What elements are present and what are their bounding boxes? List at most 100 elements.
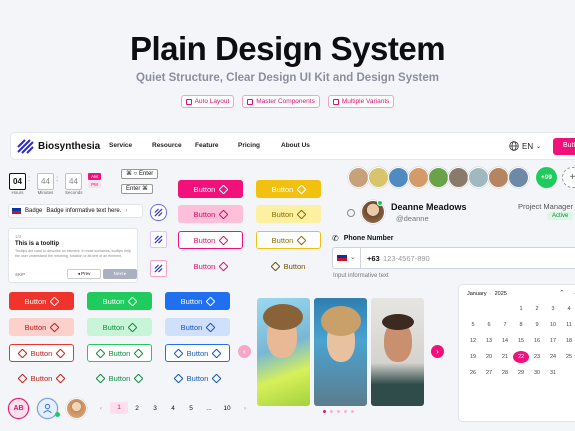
pink-outline-button[interactable]: Button [178, 231, 243, 249]
tooltip-next-button[interactable]: Next ▸ [103, 269, 137, 279]
pink-text-button[interactable]: Button [178, 257, 243, 275]
initials-avatar[interactable]: AB [8, 398, 29, 419]
pager-page[interactable]: 2 [128, 405, 146, 412]
calendar-day[interactable]: 24 [545, 351, 561, 363]
calendar-day[interactable]: 31 [545, 367, 561, 379]
yellow-primary-button[interactable]: Button [256, 180, 321, 198]
calendar-day[interactable]: 15 [513, 335, 529, 347]
pager-page[interactable]: 3 [146, 405, 164, 412]
calendar-day[interactable]: 11 [561, 319, 575, 331]
calendar-day[interactable]: 6 [481, 319, 497, 331]
calendar-day[interactable]: 20 [481, 351, 497, 363]
green-text-button[interactable]: Button [87, 369, 152, 387]
green-primary-button[interactable]: Button [87, 292, 152, 310]
carousel-next-button[interactable]: › [431, 345, 444, 358]
calendar-day[interactable]: 19 [465, 351, 481, 363]
calendar-day[interactable]: 29 [513, 367, 529, 379]
chevron-down-icon[interactable]: ⌄ [350, 253, 356, 261]
calendar-day[interactable]: 23 [529, 351, 545, 363]
am-toggle[interactable]: AM [88, 173, 101, 180]
pm-toggle[interactable]: PM [88, 181, 101, 188]
blue-text-button[interactable]: Button [165, 369, 230, 387]
calendar-day[interactable]: 14 [497, 335, 513, 347]
calendar-year[interactable]: 2025 [495, 291, 507, 297]
tooltip-prev-button[interactable]: ◂ Prev [67, 269, 101, 279]
icon-button-outline[interactable] [150, 260, 167, 277]
language-selector[interactable]: EN ⌄ [509, 141, 541, 151]
blue-outline-button[interactable]: Button [165, 344, 230, 362]
yellow-soft-button[interactable]: Button [256, 205, 321, 223]
minutes-field[interactable]: 44 Minutes [37, 173, 54, 195]
calendar-day[interactable]: 16 [529, 335, 545, 347]
radio-button[interactable] [347, 209, 355, 217]
nav-link-pricing[interactable]: Pricing [238, 142, 281, 149]
calendar-day[interactable]: 27 [481, 367, 497, 379]
nav-cta-button[interactable]: Button [553, 138, 575, 155]
calendar-day[interactable]: 18 [561, 335, 575, 347]
brand-logo[interactable]: Biosynthesia [17, 139, 100, 154]
group-avatar[interactable] [348, 167, 369, 188]
nav-link-about[interactable]: About Us [281, 142, 324, 149]
calendar-day[interactable]: 30 [529, 367, 545, 379]
tooltip-skip[interactable]: SKIP [15, 272, 25, 277]
group-avatar[interactable] [408, 167, 429, 188]
calendar-day[interactable]: 9 [529, 319, 545, 331]
group-avatar[interactable] [428, 167, 449, 188]
red-text-button[interactable]: Button [9, 369, 74, 387]
calendar-day[interactable]: 25 [561, 351, 575, 363]
green-soft-button[interactable]: Button [87, 318, 152, 336]
group-avatar[interactable] [468, 167, 489, 188]
profile-row[interactable]: Deanne Meadows @deanne Project Manager A… [337, 196, 575, 230]
red-soft-button[interactable]: Button [9, 318, 74, 336]
icon-button-square[interactable] [150, 231, 167, 248]
hours-field[interactable]: 04 Hours [9, 173, 26, 195]
green-outline-button[interactable]: Button [87, 344, 152, 362]
blue-primary-button[interactable]: Button [165, 292, 230, 310]
close-icon[interactable]: › [125, 208, 127, 214]
pink-soft-button[interactable]: Button [178, 205, 243, 223]
chevron-up-icon[interactable]: ⌃ [559, 289, 565, 297]
pager-page[interactable]: 1 [110, 402, 128, 414]
calendar-day[interactable]: 22 [513, 351, 529, 363]
carousel-prev-button[interactable]: ‹ [238, 345, 251, 358]
calendar-day[interactable]: 7 [497, 319, 513, 331]
yellow-text-button[interactable]: Button [256, 257, 321, 275]
nav-link-resource[interactable]: Resource [152, 142, 195, 149]
yellow-outline-button[interactable]: Button [256, 231, 321, 249]
avatar-overflow-count[interactable]: +99 [536, 167, 557, 188]
calendar-day[interactable]: 21 [497, 351, 513, 363]
calendar-day[interactable]: 3 [545, 303, 561, 315]
seconds-field[interactable]: 44 Seconds [65, 173, 83, 195]
phone-input[interactable]: ⌄ +63 123-4567-890 [332, 247, 575, 269]
pink-primary-button[interactable]: Button [178, 180, 243, 198]
calendar-month[interactable]: January [467, 291, 487, 297]
pager-page[interactable]: 5 [182, 405, 200, 412]
photo-avatar[interactable] [66, 398, 87, 419]
calendar-day[interactable]: 17 [545, 335, 561, 347]
calendar-day[interactable]: 26 [465, 367, 481, 379]
group-avatar[interactable] [488, 167, 509, 188]
calendar-day[interactable]: 12 [465, 335, 481, 347]
calendar-day[interactable]: 2 [529, 303, 545, 315]
pager-page[interactable]: 4 [164, 405, 182, 412]
red-primary-button[interactable]: Button [9, 292, 74, 310]
pager-page[interactable]: 10 [218, 405, 236, 412]
calendar-day[interactable]: 5 [465, 319, 481, 331]
calendar-day[interactable]: 10 [545, 319, 561, 331]
group-avatar[interactable] [388, 167, 409, 188]
nav-link-feature[interactable]: Feature [195, 142, 238, 149]
add-avatar-button[interactable]: + [562, 167, 575, 188]
group-avatar[interactable] [508, 167, 529, 188]
calendar-day[interactable]: 13 [481, 335, 497, 347]
group-avatar[interactable] [448, 167, 469, 188]
calendar-day[interactable]: 8 [513, 319, 529, 331]
pager-next-icon[interactable]: › [236, 405, 254, 412]
group-avatar[interactable] [368, 167, 389, 188]
blue-soft-button[interactable]: Button [165, 318, 230, 336]
red-outline-button[interactable]: Button [9, 344, 74, 362]
icon-button-round[interactable] [150, 204, 167, 221]
calendar-day[interactable]: 28 [497, 367, 513, 379]
calendar-day[interactable]: 1 [513, 303, 529, 315]
pager-prev-icon[interactable]: ‹ [92, 405, 110, 412]
nav-link-service[interactable]: Service [109, 142, 152, 149]
